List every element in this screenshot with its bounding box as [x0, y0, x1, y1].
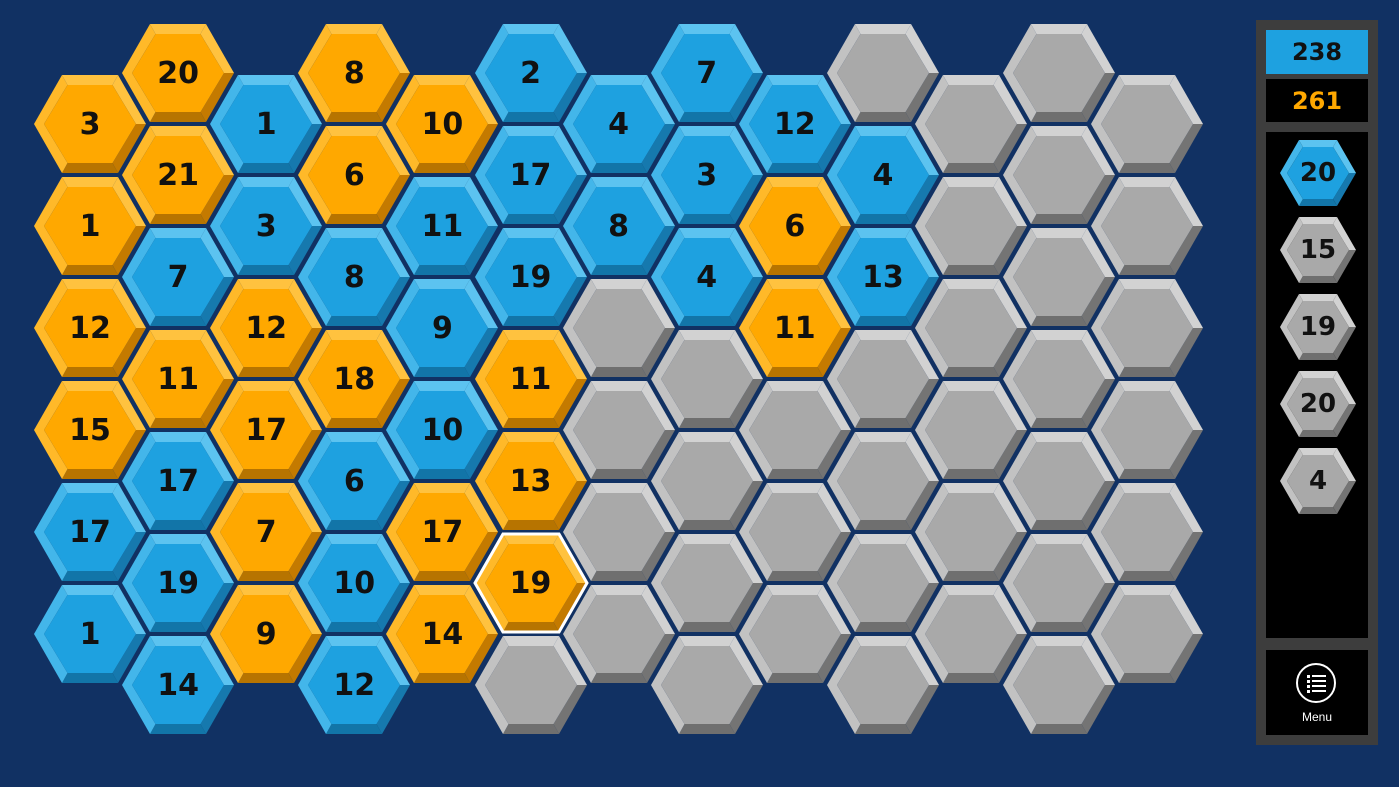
queued-tile-value: 4	[1308, 466, 1328, 496]
queued-tile-value: 20	[1299, 158, 1337, 188]
sidebar: 238 261 20 15 19 20 4 Menu	[1256, 20, 1378, 745]
queued-tile: 20	[1280, 371, 1356, 437]
list-icon	[1296, 663, 1336, 703]
queued-tile-value: 20	[1299, 389, 1337, 419]
menu-label: Menu	[1301, 710, 1333, 724]
empty-hex-cell[interactable]	[1091, 75, 1204, 173]
game-board: 3 1 12 15 17 1 20 21 7 11 17 19 14 1 3 12 17 7 9 8 6 8 18 6 10 12…	[0, 0, 1250, 787]
empty-hex-cell[interactable]	[1091, 279, 1204, 377]
empty-hex-cell[interactable]	[1091, 585, 1204, 683]
queued-tile-value: 15	[1299, 235, 1337, 265]
empty-hex-cell[interactable]	[1091, 381, 1204, 479]
blue-score: 238	[1266, 30, 1368, 74]
queued-tile: 4	[1280, 448, 1356, 514]
queued-tile-value: 19	[1299, 312, 1337, 342]
menu-button[interactable]: Menu	[1266, 650, 1368, 735]
tile-queue: 20 15 19 20 4	[1266, 132, 1368, 638]
empty-hex-cell[interactable]	[1091, 483, 1204, 581]
orange-score: 261	[1266, 79, 1368, 122]
queued-tile: 15	[1280, 217, 1356, 283]
empty-hex-cell[interactable]	[1091, 177, 1204, 275]
queued-tile: 19	[1280, 294, 1356, 360]
next-tile: 20	[1280, 140, 1356, 206]
